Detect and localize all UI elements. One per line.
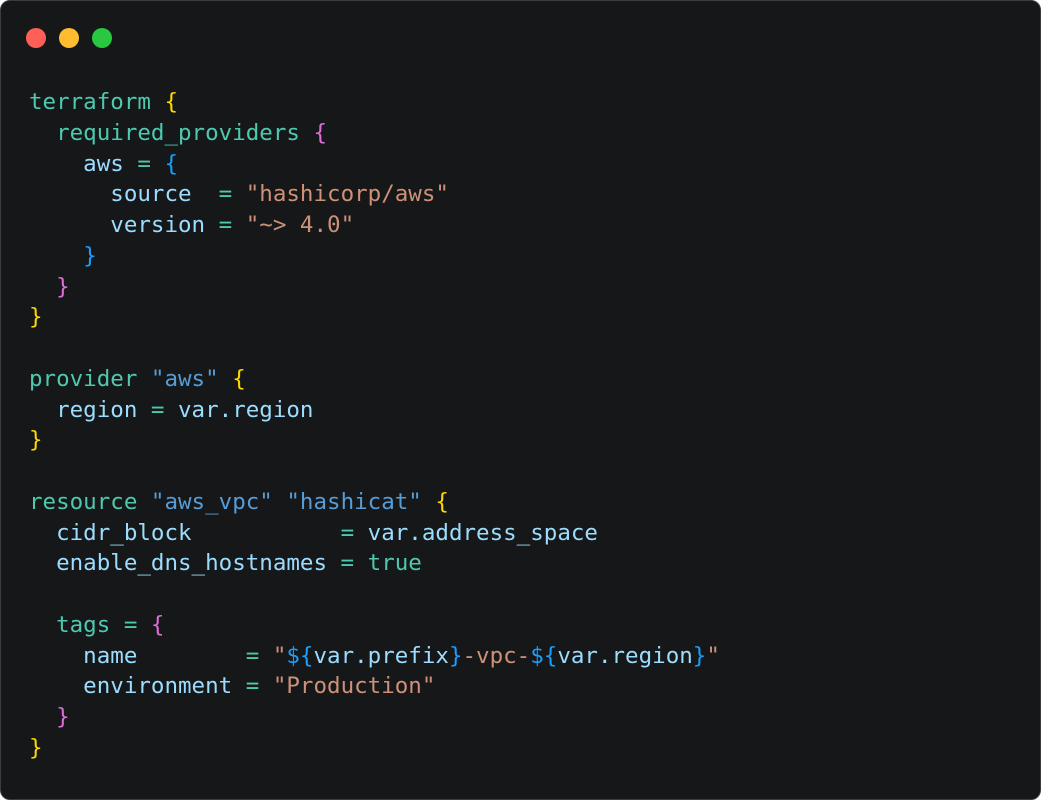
code-token: { [435,488,449,515]
code-token: } [692,642,707,669]
code-token: { [313,119,328,146]
minimize-window-button[interactable] [59,28,79,48]
code-token: true [367,550,422,577]
code-token: = [137,396,179,423]
code-token: } [448,642,463,669]
code-token: var.region [178,396,314,423]
close-window-button[interactable] [26,28,46,48]
code-token: region [29,396,138,423]
code-token: "~> 4.0" [245,212,355,238]
code-line: enable_dns_hostnames = true [29,548,720,579]
code-token: tags [29,611,111,638]
code-token: var.address_space [367,519,598,546]
code-token: } [56,273,70,300]
code-line: tags = { [29,610,720,641]
code-token: ${ [286,642,314,669]
code-line: provider "aws" { [29,364,720,395]
code-token: { [164,150,179,177]
code-token: -vpc- [462,642,531,669]
code-token: "aws_vpc" [150,488,273,515]
code-token: = [110,611,151,638]
code-token: ${ [530,642,558,669]
code-token: name [29,642,138,669]
code-token: = [327,550,368,577]
code-token: "hashicat" [286,488,422,515]
code-token: resource [29,488,138,515]
code-token: var.region [557,642,693,669]
code-token: } [29,734,43,761]
code-line: } [29,272,720,303]
code-window: terraform { required_providers { aws = {… [0,0,1041,800]
zoom-window-button[interactable] [92,28,112,48]
code-token: = [137,642,273,669]
code-line: name = "${var.prefix}-vpc-${var.region}" [29,641,720,672]
code-line: region = var.region [29,395,720,426]
window-titlebar [1,1,1040,71]
code-token: { [164,89,179,115]
code-token: = [232,673,273,700]
code-token: { [232,365,246,392]
code-line: } [29,425,720,456]
code-line: version = "~> 4.0" [29,210,720,241]
code-token: aws [29,150,124,177]
code-token: var.prefix [313,642,449,669]
code-token: = [191,519,368,546]
code-token: "hashicorp/aws" [245,181,449,208]
code-token: { [150,611,165,638]
code-token: " [272,642,287,669]
code-token: } [29,427,43,454]
code-line: environment = "Production" [29,671,720,702]
code-token: provider [29,365,138,392]
code-token: = [205,212,246,238]
code-token: "aws" [150,365,219,392]
code-token: environment [29,673,233,700]
code-line: required_providers { [29,118,720,149]
code-token: "Production" [272,673,436,700]
code-token: version [29,212,206,238]
code-line: } [29,302,720,333]
code-token: " [706,642,720,669]
code-line: } [29,702,720,733]
code-line: terraform { [29,87,720,118]
code-token: terraform [29,89,151,115]
code-token: = [191,181,246,208]
code-token: } [56,704,70,730]
code-line: cidr_block = var.address_space [29,518,720,549]
code-line: } [29,241,720,272]
code-line: source = "hashicorp/aws" [29,179,720,210]
code-token: = [123,150,165,177]
code-token: } [29,304,43,331]
code-token: } [83,242,97,269]
code-token: required_providers [29,119,300,146]
code-block: terraform { required_providers { aws = {… [29,87,720,764]
code-token: source [29,181,192,208]
code-token: cidr_block [29,519,192,546]
code-line: } [29,733,720,764]
code-line: aws = { [29,149,720,180]
code-line: resource "aws_vpc" "hashicat" { [29,487,720,518]
code-token: enable_dns_hostnames [29,550,328,577]
